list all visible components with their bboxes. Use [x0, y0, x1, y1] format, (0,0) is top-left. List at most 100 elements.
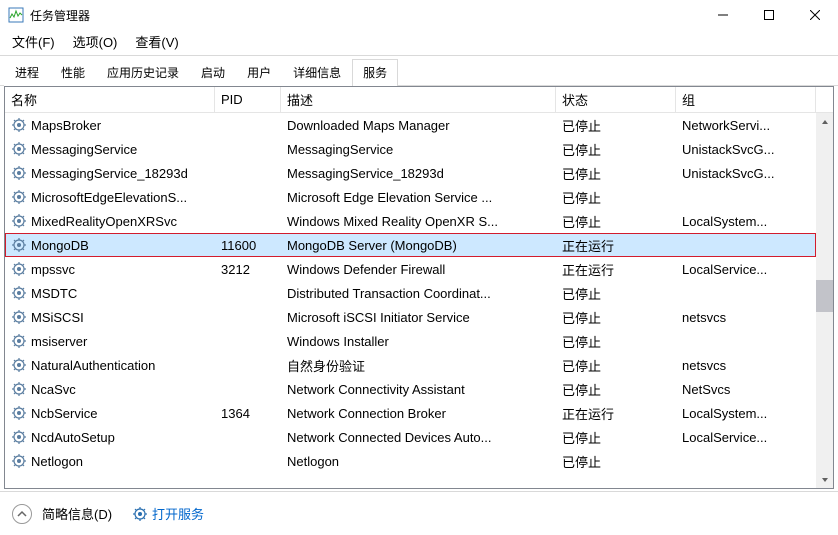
service-description: Microsoft iSCSI Initiator Service	[281, 310, 556, 325]
service-icon	[11, 165, 27, 181]
service-name: msiserver	[31, 334, 87, 349]
table-row[interactable]: MSDTCDistributed Transaction Coordinat..…	[5, 281, 816, 305]
menu-view[interactable]: 查看(V)	[131, 30, 182, 53]
service-status: 已停止	[556, 212, 676, 231]
table-row[interactable]: MapsBrokerDownloaded Maps Manager已停止Netw…	[5, 113, 816, 137]
tab-strip: 进程 性能 应用历史记录 启动 用户 详细信息 服务	[0, 58, 838, 86]
service-status: 已停止	[556, 188, 676, 207]
service-status: 已停止	[556, 308, 676, 327]
col-description[interactable]: 描述	[281, 87, 556, 112]
service-pid: 3212	[215, 262, 281, 277]
scroll-thumb[interactable]	[816, 280, 833, 312]
table-row[interactable]: MicrosoftEdgeElevationS...Microsoft Edge…	[5, 185, 816, 209]
menubar: 文件(F) 选项(O) 查看(V)	[0, 30, 838, 52]
service-icon	[11, 333, 27, 349]
service-name: MSiSCSI	[31, 310, 84, 325]
minimize-button[interactable]	[700, 0, 746, 30]
service-name: MapsBroker	[31, 118, 101, 133]
service-icon	[11, 309, 27, 325]
service-description: 自然身份验证	[281, 356, 556, 375]
app-icon	[8, 7, 24, 23]
service-pid: 11600	[215, 238, 281, 253]
service-icon	[11, 357, 27, 373]
scroll-down-button[interactable]	[816, 471, 833, 488]
service-description: Network Connected Devices Auto...	[281, 430, 556, 445]
service-icon	[11, 381, 27, 397]
service-name: NcbService	[31, 406, 97, 421]
open-services-link[interactable]: 打开服务	[132, 504, 204, 523]
services-table: 名称 PID 描述 状态 组 MapsBrokerDownloaded Maps…	[4, 86, 834, 489]
table-row[interactable]: NetlogonNetlogon已停止	[5, 449, 816, 473]
service-group: UnistackSvcG...	[676, 142, 816, 157]
service-status: 已停止	[556, 116, 676, 135]
service-description: Microsoft Edge Elevation Service ...	[281, 190, 556, 205]
service-name: MongoDB	[31, 238, 89, 253]
service-group: NetSvcs	[676, 382, 816, 397]
tab-performance[interactable]: 性能	[50, 59, 96, 86]
service-description: MessagingService	[281, 142, 556, 157]
service-status: 正在运行	[556, 236, 676, 255]
service-status: 正在运行	[556, 260, 676, 279]
service-icon	[11, 189, 27, 205]
scroll-up-button[interactable]	[816, 113, 833, 130]
service-pid: 1364	[215, 406, 281, 421]
service-icon	[11, 405, 27, 421]
titlebar: 任务管理器	[0, 0, 838, 30]
service-group: LocalService...	[676, 430, 816, 445]
service-description: Windows Defender Firewall	[281, 262, 556, 277]
tab-processes[interactable]: 进程	[4, 59, 50, 86]
table-row[interactable]: NcaSvcNetwork Connectivity Assistant已停止N…	[5, 377, 816, 401]
service-icon	[11, 285, 27, 301]
service-name: Netlogon	[31, 454, 83, 469]
table-row[interactable]: MongoDB11600MongoDB Server (MongoDB)正在运行	[5, 233, 816, 257]
service-description: Windows Mixed Reality OpenXR S...	[281, 214, 556, 229]
vertical-scrollbar[interactable]	[816, 113, 833, 488]
service-description: Network Connectivity Assistant	[281, 382, 556, 397]
maximize-button[interactable]	[746, 0, 792, 30]
service-status: 已停止	[556, 164, 676, 183]
col-pid[interactable]: PID	[215, 87, 281, 112]
table-row[interactable]: NcdAutoSetupNetwork Connected Devices Au…	[5, 425, 816, 449]
scroll-track[interactable]	[816, 130, 833, 471]
window-title: 任务管理器	[30, 7, 700, 24]
gear-icon	[132, 506, 148, 522]
service-name: MessagingService	[31, 142, 137, 157]
fewer-details-label[interactable]: 简略信息(D)	[42, 504, 112, 523]
service-name: MixedRealityOpenXRSvc	[31, 214, 177, 229]
status-bar: 简略信息(D) 打开服务	[0, 491, 838, 535]
table-row[interactable]: MSiSCSI Microsoft iSCSI Initiator Service…	[5, 305, 816, 329]
col-group[interactable]: 组	[676, 87, 816, 112]
service-description: Windows Installer	[281, 334, 556, 349]
col-name[interactable]: 名称	[5, 87, 215, 112]
service-group: LocalSystem...	[676, 406, 816, 421]
table-row[interactable]: MessagingServiceMessagingService已停止Unist…	[5, 137, 816, 161]
open-services-label: 打开服务	[152, 504, 204, 523]
table-row[interactable]: NcbService1364Network Connection Broker正…	[5, 401, 816, 425]
service-description: Network Connection Broker	[281, 406, 556, 421]
table-body: MapsBrokerDownloaded Maps Manager已停止Netw…	[5, 113, 816, 488]
service-icon	[11, 213, 27, 229]
table-row[interactable]: mpssvc3212Windows Defender Firewall正在运行L…	[5, 257, 816, 281]
table-row[interactable]: msiserverWindows Installer已停止	[5, 329, 816, 353]
table-row[interactable]: MessagingService_18293dMessagingService_…	[5, 161, 816, 185]
service-group: LocalSystem...	[676, 214, 816, 229]
tab-details[interactable]: 详细信息	[282, 59, 352, 86]
service-description: Netlogon	[281, 454, 556, 469]
service-group: NetworkServi...	[676, 118, 816, 133]
service-group: LocalService...	[676, 262, 816, 277]
service-icon	[11, 429, 27, 445]
close-button[interactable]	[792, 0, 838, 30]
col-status[interactable]: 状态	[556, 87, 676, 112]
table-row[interactable]: NaturalAuthentication自然身份验证已停止netsvcs	[5, 353, 816, 377]
tab-startup[interactable]: 启动	[190, 59, 236, 86]
menu-options[interactable]: 选项(O)	[69, 30, 122, 53]
tab-users[interactable]: 用户	[236, 59, 282, 86]
tab-app-history[interactable]: 应用历史记录	[96, 59, 190, 86]
menu-file[interactable]: 文件(F)	[8, 30, 59, 53]
table-row[interactable]: MixedRealityOpenXRSvc Windows Mixed Reali…	[5, 209, 816, 233]
col-scroll-spacer	[816, 87, 833, 112]
service-name: NaturalAuthentication	[31, 358, 155, 373]
fewer-details-icon[interactable]	[12, 504, 32, 524]
tab-services[interactable]: 服务	[352, 59, 398, 86]
window-buttons	[700, 0, 838, 30]
